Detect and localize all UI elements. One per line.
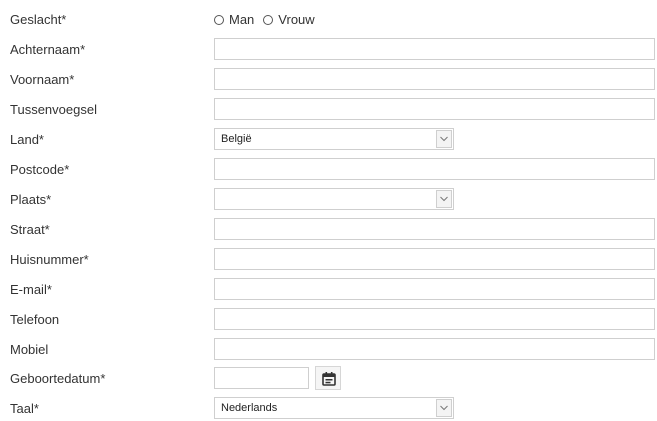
house-number-row: Huisnummer*: [0, 248, 657, 272]
calendar-icon: [322, 372, 336, 386]
city-label: Plaats*: [10, 192, 52, 207]
infix-input[interactable]: [214, 98, 655, 120]
gender-radio-group: Man Vrouw: [214, 11, 324, 29]
country-selected-value: België: [221, 133, 252, 145]
street-row: Straat*: [0, 218, 657, 242]
email-label: E-mail*: [10, 282, 52, 297]
country-label: Land*: [10, 132, 44, 147]
radio-man[interactable]: [214, 15, 224, 25]
radio-vrouw-label: Vrouw: [278, 12, 315, 27]
infix-label: Tussenvoegsel: [10, 102, 97, 117]
birthdate-label: Geboortedatum*: [10, 371, 106, 386]
language-select[interactable]: Nederlands: [214, 397, 454, 419]
gender-row: Geslacht* Man Vrouw: [0, 8, 657, 32]
mobile-label: Mobiel: [10, 342, 49, 357]
registration-form: Geslacht* Man Vrouw Achternaam* Voornaam…: [0, 0, 657, 420]
birthdate-input[interactable]: [214, 367, 309, 389]
radio-man-label: Man: [229, 12, 255, 27]
city-dropdown-button[interactable]: [436, 190, 452, 208]
phone-input[interactable]: [214, 308, 655, 330]
first-name-row: Voornaam*: [0, 68, 657, 92]
last-name-input[interactable]: [214, 38, 655, 60]
calendar-button[interactable]: [315, 366, 341, 390]
street-input[interactable]: [214, 218, 655, 240]
country-row: Land* België: [0, 128, 657, 152]
phone-label: Telefoon: [10, 312, 60, 327]
language-row: Taal* Nederlands: [0, 397, 657, 421]
chevron-down-icon: [440, 196, 448, 202]
phone-row: Telefoon: [0, 308, 657, 332]
first-name-label: Voornaam*: [10, 72, 75, 87]
gender-label: Geslacht*: [10, 12, 67, 27]
gender-option-man[interactable]: Man: [214, 11, 254, 29]
house-number-label: Huisnummer*: [10, 252, 89, 267]
chevron-down-icon: [440, 405, 448, 411]
chevron-down-icon: [440, 136, 448, 142]
mobile-row: Mobiel: [0, 338, 657, 362]
city-select[interactable]: [214, 188, 454, 210]
street-label: Straat*: [10, 222, 50, 237]
postcode-label: Postcode*: [10, 162, 70, 177]
postcode-row: Postcode*: [0, 158, 657, 182]
house-number-input[interactable]: [214, 248, 655, 270]
infix-row: Tussenvoegsel: [0, 98, 657, 122]
language-dropdown-button[interactable]: [436, 399, 452, 417]
last-name-row: Achternaam*: [0, 38, 657, 62]
postcode-input[interactable]: [214, 158, 655, 180]
birthdate-row: Geboortedatum*: [0, 366, 657, 391]
gender-option-vrouw[interactable]: Vrouw: [263, 11, 315, 29]
language-label: Taal*: [10, 401, 39, 416]
email-input[interactable]: [214, 278, 655, 300]
country-dropdown-button[interactable]: [436, 130, 452, 148]
first-name-input[interactable]: [214, 68, 655, 90]
last-name-label: Achternaam*: [10, 42, 86, 57]
language-selected-value: Nederlands: [221, 402, 278, 414]
email-row: E-mail*: [0, 278, 657, 302]
radio-vrouw[interactable]: [263, 15, 274, 25]
country-select[interactable]: België: [214, 128, 454, 150]
city-row: Plaats*: [0, 188, 657, 212]
mobile-input[interactable]: [214, 338, 655, 360]
